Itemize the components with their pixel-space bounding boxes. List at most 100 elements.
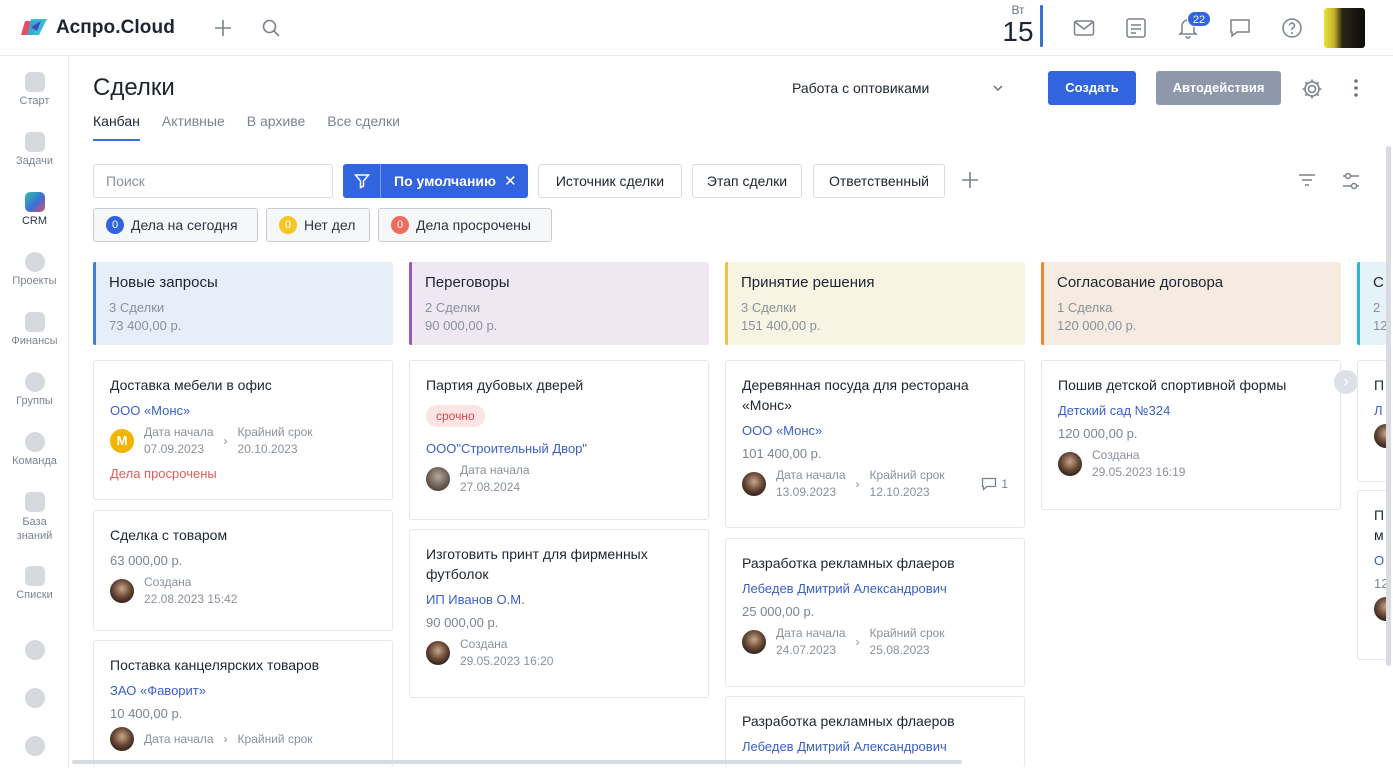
deal-created: Создана 29.05.2023 16:19 bbox=[1058, 447, 1324, 481]
deal-card[interactable]: Пошив детской спортивной формы Детский с… bbox=[1041, 360, 1341, 510]
filter-icon bbox=[343, 164, 381, 198]
sidebar-item-start[interactable]: Старт bbox=[0, 72, 69, 107]
pill-overdue-tasks[interactable]: 0 Дела просрочены bbox=[378, 208, 552, 242]
add-icon[interactable] bbox=[211, 16, 235, 40]
sidebar-item-projects[interactable]: Проекты bbox=[0, 252, 69, 287]
search-icon[interactable] bbox=[259, 16, 283, 40]
mail-icon[interactable] bbox=[1072, 16, 1096, 40]
pill-no-tasks[interactable]: 0 Нет дел bbox=[266, 208, 370, 242]
avatar[interactable]: М bbox=[110, 429, 134, 453]
deal-card[interactable]: Изготовить принт для фирменных футболок … bbox=[409, 529, 709, 698]
overdue-status: Дела просрочены bbox=[110, 466, 217, 481]
created-date: 22.08.2023 15:42 bbox=[144, 592, 238, 606]
deal-card[interactable]: Доставка мебели в офис ООО «Монс» М Дата… bbox=[93, 360, 393, 500]
default-filter-chip[interactable]: По умолчанию ✕ bbox=[343, 164, 528, 198]
sidebar-item-knowledge[interactable]: База знаний bbox=[0, 492, 69, 543]
gear-icon[interactable] bbox=[1300, 77, 1324, 104]
sidebar-item-label: Задачи bbox=[16, 155, 53, 167]
vertical-scrollbar[interactable] bbox=[1386, 146, 1391, 666]
column-name: Новые запросы bbox=[109, 274, 218, 291]
sort-icon[interactable] bbox=[1297, 172, 1317, 191]
add-filter-icon[interactable] bbox=[960, 170, 980, 193]
sidebar-item-extra-1[interactable] bbox=[0, 640, 69, 663]
filter-stage-chip[interactable]: Этап сделки bbox=[692, 164, 802, 198]
deal-client-link[interactable]: ООО"Строительный Двор" bbox=[426, 441, 692, 456]
comments-counter[interactable]: 1 bbox=[981, 477, 1008, 491]
user-avatar[interactable] bbox=[1324, 8, 1365, 48]
sidebar-item-lists[interactable]: Списки bbox=[0, 566, 69, 601]
pill-today-tasks[interactable]: 0 Дела на сегодня bbox=[93, 208, 258, 242]
column-header[interactable]: С 2 12 bbox=[1357, 262, 1386, 345]
deal-title: Разработка рекламных флаеров bbox=[742, 713, 955, 729]
avatar[interactable] bbox=[110, 727, 134, 751]
deal-amount: 10 400,00 р. bbox=[110, 706, 183, 721]
view-tabs: Канбан Активные В архиве Все сделки bbox=[93, 113, 422, 141]
avatar[interactable] bbox=[742, 472, 766, 496]
sidebar-item-groups[interactable]: Группы bbox=[0, 372, 69, 407]
tab-kanban[interactable]: Канбан bbox=[93, 113, 140, 141]
deal-card[interactable]: Разработка рекламных флаеров Лебедев Дми… bbox=[725, 696, 1025, 768]
horizontal-scrollbar[interactable] bbox=[72, 760, 962, 764]
adjust-icon[interactable] bbox=[1341, 171, 1361, 194]
column-header[interactable]: Согласование договора 1 Сделка 120 000,0… bbox=[1041, 262, 1341, 345]
deal-client-link[interactable]: ЗАО «Фаворит» bbox=[110, 683, 376, 698]
deal-card[interactable]: Деревянная посуда для ресторана «Монс» О… bbox=[725, 360, 1025, 528]
created-label: Создана bbox=[1092, 448, 1140, 462]
start-date: 24.07.2023 bbox=[776, 643, 837, 657]
avatar[interactable] bbox=[110, 579, 134, 603]
sidebar-item-extra-3[interactable] bbox=[0, 736, 69, 759]
start-date: 27.08.2024 bbox=[460, 480, 521, 494]
sidebar-item-finance[interactable]: Финансы bbox=[0, 312, 69, 347]
more-icon[interactable] bbox=[1350, 78, 1362, 101]
deal-amount: 120 000,00 р. bbox=[1058, 426, 1138, 441]
notifications-badge: 22 bbox=[1187, 11, 1211, 27]
column-count: 1 Сделка bbox=[1057, 300, 1113, 315]
deal-card[interactable]: Сделка с товаром 63 000,00 р. Создана 22… bbox=[93, 510, 393, 631]
sidebar-item-team[interactable]: Команда bbox=[0, 432, 69, 467]
deal-client-link[interactable]: Детский сад №324 bbox=[1058, 403, 1324, 418]
avatar[interactable] bbox=[426, 641, 450, 665]
funnel-select[interactable]: Работа с оптовиками bbox=[792, 80, 1004, 96]
chevron-down-icon bbox=[993, 85, 1003, 92]
deal-title: Деревянная посуда для ресторана «Монс» bbox=[742, 377, 969, 413]
app-logo[interactable]: Аспро.Cloud bbox=[19, 17, 175, 39]
date-divider bbox=[1040, 5, 1043, 47]
sidebar-item-extra-2[interactable] bbox=[0, 688, 69, 711]
tab-all-deals[interactable]: Все сделки bbox=[327, 113, 400, 141]
help-icon[interactable] bbox=[1280, 16, 1304, 40]
tab-active[interactable]: Активные bbox=[162, 113, 225, 141]
deal-client-link[interactable]: ООО «Монс» bbox=[742, 423, 1008, 438]
avatar[interactable] bbox=[742, 630, 766, 654]
heart-icon bbox=[24, 72, 45, 92]
auto-actions-button[interactable]: Автодействия bbox=[1156, 71, 1281, 105]
notes-icon[interactable] bbox=[1124, 16, 1148, 40]
start-date-label: Дата начала bbox=[776, 468, 846, 482]
scroll-right-arrow-icon[interactable]: › bbox=[1334, 370, 1358, 394]
deal-client-link[interactable]: Лебедев Дмитрий Александрович bbox=[742, 581, 1008, 596]
projects-icon bbox=[24, 252, 45, 272]
deal-dates: Дата начала 13.09.2023 › Крайний срок 12… bbox=[742, 467, 1008, 501]
deal-card[interactable]: Разработка рекламных флаеров Лебедев Дми… bbox=[725, 538, 1025, 687]
date-widget[interactable]: Вт 15 bbox=[1000, 4, 1036, 47]
sidebar-item-crm[interactable]: CRM bbox=[0, 192, 69, 227]
filter-source-chip[interactable]: Источник сделки bbox=[538, 164, 682, 198]
column-header[interactable]: Принятие решения 3 Сделки 151 400,00 р. bbox=[725, 262, 1025, 345]
avatar[interactable] bbox=[1058, 452, 1082, 476]
column-header[interactable]: Новые запросы 3 Сделки 73 400,00 р. bbox=[93, 262, 393, 345]
avatar[interactable] bbox=[426, 467, 450, 491]
tab-archive[interactable]: В архиве bbox=[247, 113, 306, 141]
deal-card[interactable]: Партия дубовых дверей срочно ООО"Строите… bbox=[409, 360, 709, 520]
deal-card[interactable]: Поставка канцелярских товаров ЗАО «Фавор… bbox=[93, 640, 393, 768]
deal-client-link[interactable]: ООО «Монс» bbox=[110, 403, 376, 418]
search-input[interactable] bbox=[93, 164, 333, 198]
chat-icon[interactable] bbox=[1228, 16, 1252, 40]
sidebar-item-tasks[interactable]: Задачи bbox=[0, 132, 69, 167]
column-header[interactable]: Переговоры 2 Сделки 90 000,00 р. bbox=[409, 262, 709, 345]
create-button[interactable]: Создать bbox=[1048, 71, 1136, 105]
deal-amount: 90 000,00 р. bbox=[426, 615, 499, 630]
deal-client-link[interactable]: ИП Иванов О.М. bbox=[426, 592, 692, 607]
deal-client-link[interactable]: Лебедев Дмитрий Александрович bbox=[742, 739, 1008, 754]
filter-responsible-chip[interactable]: Ответственный bbox=[813, 164, 945, 198]
close-icon[interactable]: ✕ bbox=[504, 172, 517, 190]
sidebar-item-label: База знаний bbox=[16, 516, 53, 542]
